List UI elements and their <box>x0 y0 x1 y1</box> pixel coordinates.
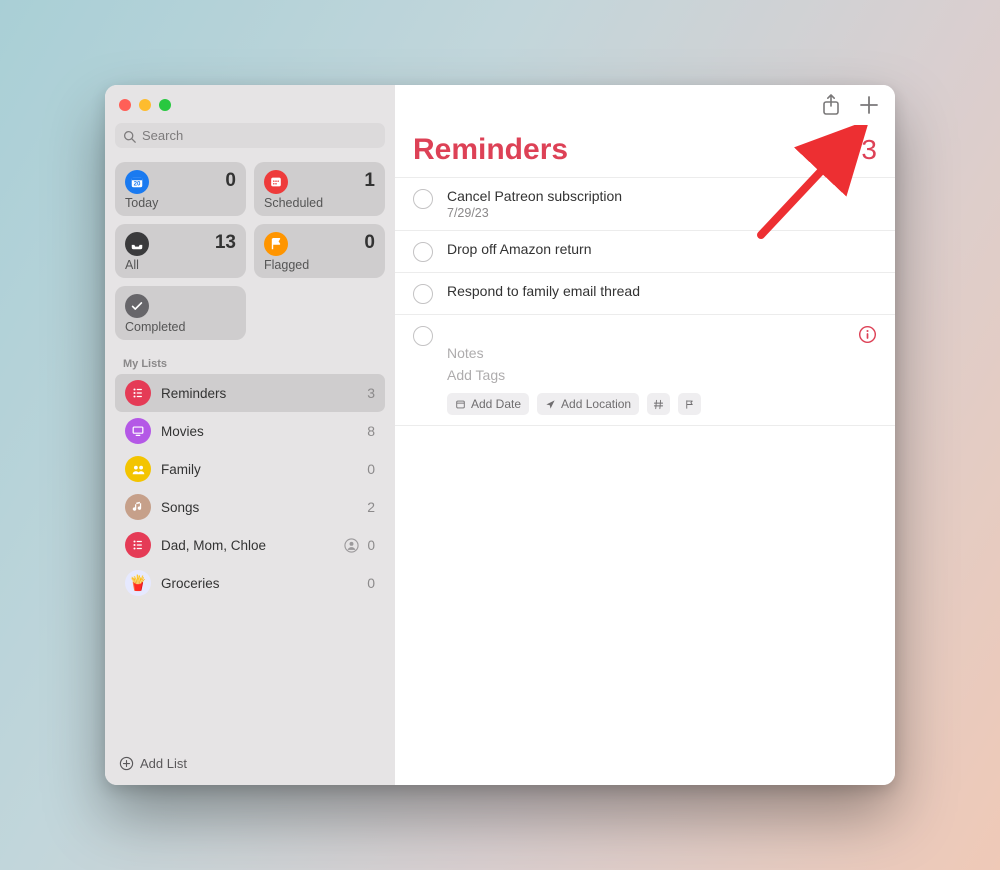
checkmark-icon <box>125 294 149 318</box>
complete-checkbox[interactable] <box>413 284 433 304</box>
list-bullet-icon <box>125 380 151 406</box>
list-count: 2 <box>367 499 375 515</box>
window-controls <box>115 97 385 123</box>
calendar-today-icon: 20 <box>125 170 149 194</box>
search-input[interactable]: Search <box>115 123 385 148</box>
calendar-icon <box>264 170 288 194</box>
shared-person-icon <box>344 538 359 553</box>
reminder-date: 7/29/23 <box>447 206 877 220</box>
list-name: Dad, Mom, Chloe <box>161 538 266 553</box>
reminder-item[interactable]: Cancel Patreon subscription 7/29/23 <box>395 177 895 231</box>
toolbar <box>395 85 895 129</box>
reminder-items: Cancel Patreon subscription 7/29/23 Drop… <box>395 175 895 426</box>
list-count: 0 <box>367 538 375 553</box>
location-arrow-icon <box>545 399 556 410</box>
close-window-button[interactable] <box>119 99 131 111</box>
smart-list-completed[interactable]: Completed <box>115 286 246 340</box>
smart-list-flagged[interactable]: 0 Flagged <box>254 224 385 278</box>
smart-count: 13 <box>215 232 236 254</box>
smart-lists-grid: 20 0 Today 1 Scheduled <box>115 162 385 340</box>
list-item-count: 3 <box>861 134 877 166</box>
app-window: Search 20 0 Today 1 Schedu <box>105 85 895 785</box>
sidebar: Search 20 0 Today 1 Schedu <box>105 85 395 785</box>
plus-circle-icon <box>119 756 134 771</box>
smart-list-scheduled[interactable]: 1 Scheduled <box>254 162 385 216</box>
flag-icon <box>264 232 288 256</box>
smart-list-all[interactable]: 13 All <box>115 224 246 278</box>
smart-count: 1 <box>364 170 375 192</box>
list-row-groceries[interactable]: 🍟 Groceries 0 <box>115 564 385 602</box>
list-name: Songs <box>161 500 199 515</box>
tags-placeholder[interactable]: Add Tags <box>447 367 844 383</box>
groceries-icon: 🍟 <box>125 570 151 596</box>
new-reminder-row[interactable]: Notes Add Tags Add Date Add Location <box>395 315 895 426</box>
share-icon <box>821 94 841 116</box>
add-location-chip[interactable]: Add Location <box>537 393 639 415</box>
list-row-songs[interactable]: Songs 2 <box>115 488 385 526</box>
my-lists-header: My Lists <box>123 358 385 370</box>
reminder-title: Drop off Amazon return <box>447 241 877 257</box>
smart-list-today[interactable]: 20 0 Today <box>115 162 246 216</box>
list-name: Movies <box>161 424 204 439</box>
smart-label: Flagged <box>264 258 375 272</box>
complete-checkbox[interactable] <box>413 189 433 209</box>
smart-label: Scheduled <box>264 196 375 210</box>
list-header: Reminders 3 <box>395 129 895 175</box>
svg-text:20: 20 <box>134 181 141 188</box>
list-count: 3 <box>367 385 375 401</box>
add-reminder-button[interactable] <box>859 95 879 120</box>
minimize-window-button[interactable] <box>139 99 151 111</box>
reminder-item[interactable]: Drop off Amazon return <box>395 231 895 273</box>
plus-icon <box>859 95 879 115</box>
zoom-window-button[interactable] <box>159 99 171 111</box>
reminder-item[interactable]: Respond to family email thread <box>395 273 895 315</box>
new-reminder-title-input[interactable] <box>447 325 844 339</box>
complete-checkbox[interactable] <box>413 326 433 346</box>
list-row-reminders[interactable]: Reminders 3 <box>115 374 385 412</box>
hash-icon <box>653 399 664 410</box>
my-lists: Reminders 3 Movies 8 Family 0 <box>115 374 385 602</box>
list-count: 8 <box>367 423 375 439</box>
people-icon <box>125 456 151 482</box>
list-name: Reminders <box>161 386 226 401</box>
list-bullet-icon <box>125 532 151 558</box>
smart-count: 0 <box>225 170 236 192</box>
list-count: 0 <box>367 461 375 477</box>
display-icon <box>125 418 151 444</box>
info-circle-icon <box>858 325 877 344</box>
main-pane: Reminders 3 Cancel Patreon subscription … <box>395 85 895 785</box>
list-row-movies[interactable]: Movies 8 <box>115 412 385 450</box>
list-title: Reminders <box>413 133 568 167</box>
add-date-chip[interactable]: Add Date <box>447 393 529 415</box>
smart-count: 0 <box>364 232 375 254</box>
info-button[interactable] <box>858 325 877 349</box>
list-row-shared[interactable]: Dad, Mom, Chloe 0 <box>115 526 385 564</box>
search-placeholder: Search <box>142 128 183 143</box>
calendar-small-icon <box>455 399 466 410</box>
list-name: Family <box>161 462 201 477</box>
smart-label: Completed <box>125 320 236 334</box>
smart-label: All <box>125 258 236 272</box>
add-list-button[interactable]: Add List <box>115 750 385 777</box>
chip-label: Add Location <box>561 397 631 411</box>
list-name: Groceries <box>161 576 220 591</box>
music-note-icon <box>125 494 151 520</box>
add-list-label: Add List <box>140 756 187 771</box>
add-flag-chip[interactable] <box>678 393 701 415</box>
smart-label: Today <box>125 196 236 210</box>
search-icon <box>123 130 136 143</box>
reminder-title: Respond to family email thread <box>447 283 877 299</box>
share-button[interactable] <box>821 94 841 121</box>
chip-label: Add Date <box>471 397 521 411</box>
list-row-family[interactable]: Family 0 <box>115 450 385 488</box>
list-count: 0 <box>367 575 375 591</box>
add-tag-chip[interactable] <box>647 393 670 415</box>
reminder-title: Cancel Patreon subscription <box>447 188 877 204</box>
complete-checkbox[interactable] <box>413 242 433 262</box>
tray-icon <box>125 232 149 256</box>
flag-small-icon <box>684 399 695 410</box>
quick-chip-row: Add Date Add Location <box>447 393 844 415</box>
notes-placeholder[interactable]: Notes <box>447 345 844 361</box>
